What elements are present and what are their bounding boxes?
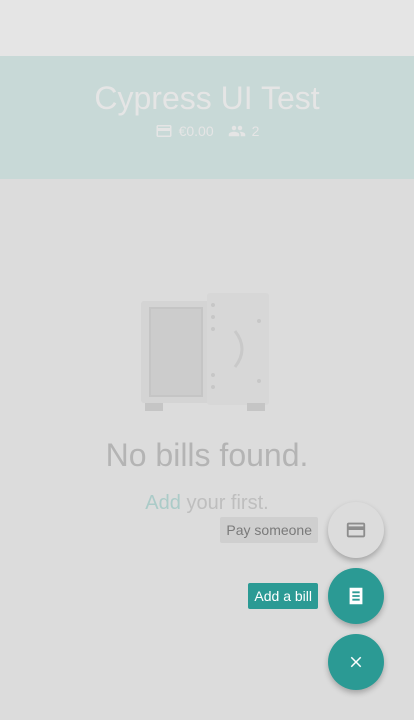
credit-card-icon <box>346 522 366 538</box>
receipt-icon <box>349 587 363 605</box>
add-bill-button[interactable] <box>328 568 384 624</box>
pay-someone-button[interactable] <box>328 502 384 558</box>
speed-dial-close-button[interactable] <box>328 634 384 690</box>
pay-someone-label[interactable]: Pay someone <box>220 517 318 543</box>
add-bill-action[interactable]: Add a bill <box>248 568 384 624</box>
close-icon <box>350 656 362 668</box>
speed-dial[interactable] <box>328 634 384 690</box>
pay-someone-action[interactable]: Pay someone <box>220 502 384 558</box>
add-bill-label[interactable]: Add a bill <box>248 583 318 609</box>
app-root: nobt.io Cypress UI Test €0.00 2 No bills… <box>0 0 414 720</box>
